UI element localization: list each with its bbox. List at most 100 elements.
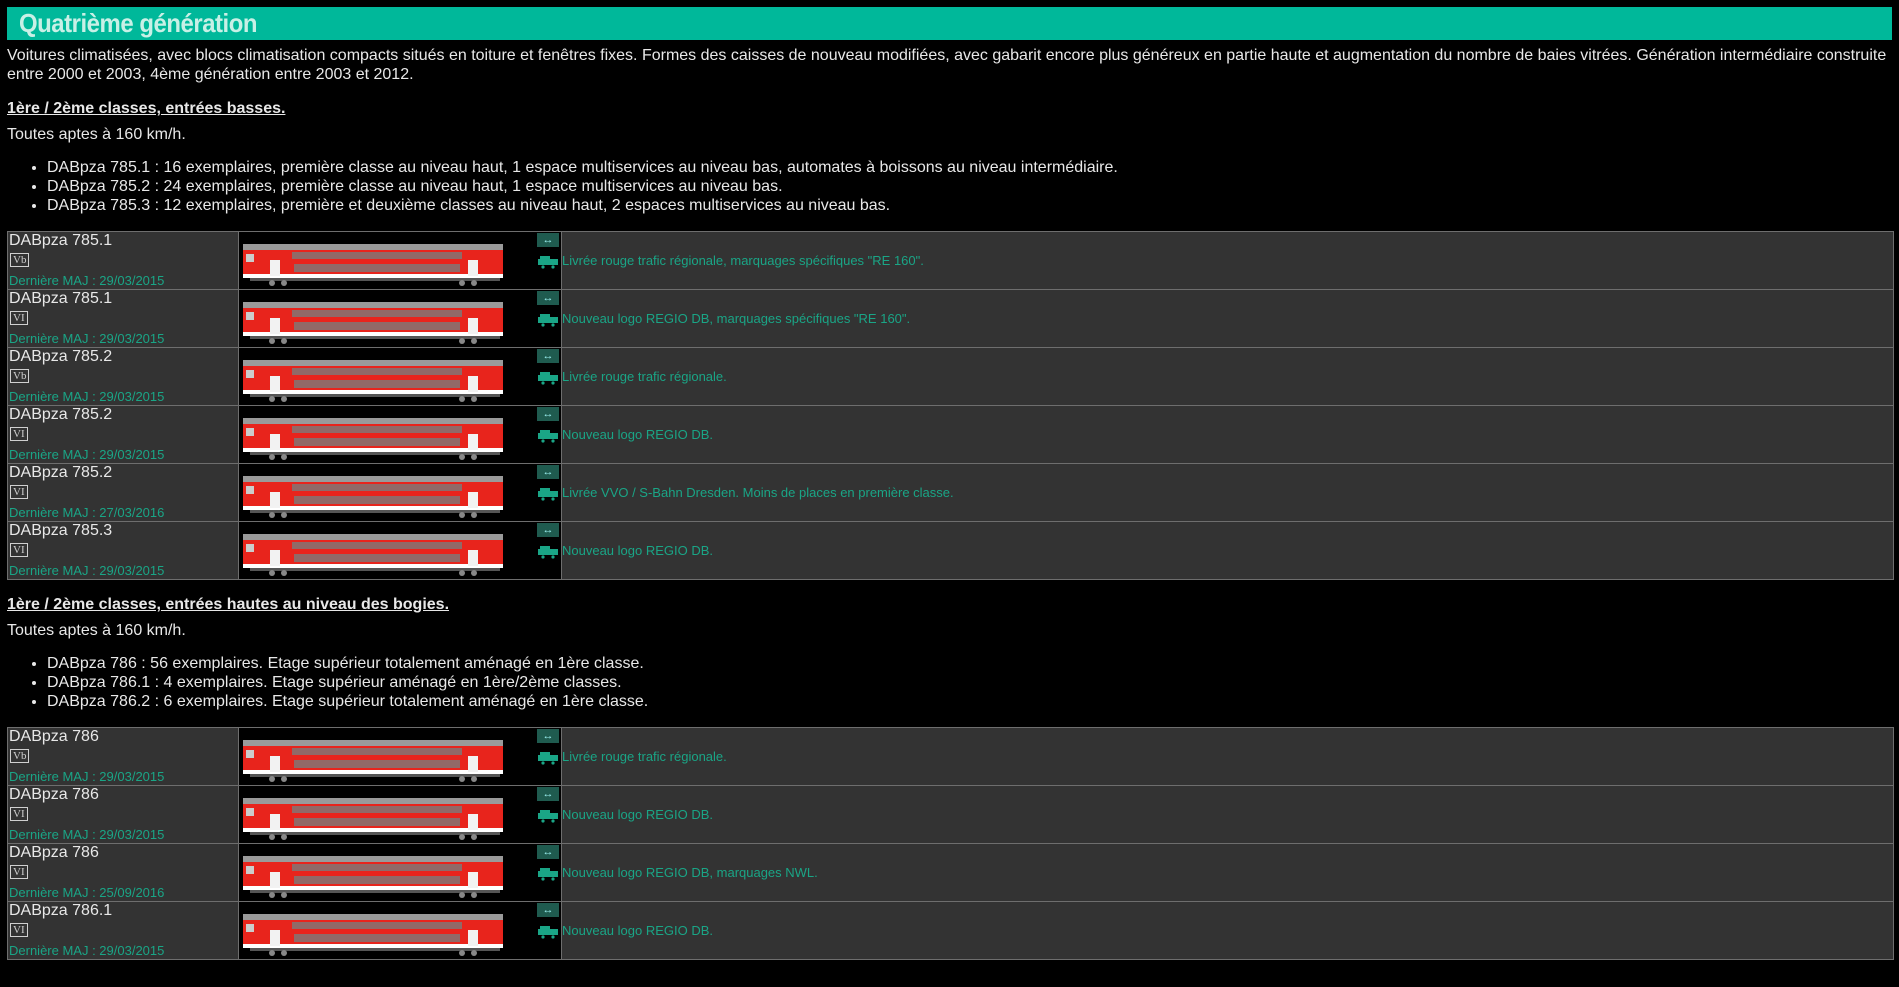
coach-name-cell: DABpza 786 VI Dernière MAJ : 25/09/2016 [7, 843, 239, 902]
coach-image [243, 418, 503, 460]
coach-controls: ↔ [537, 522, 561, 559]
swap-direction-icon[interactable]: ↔ [537, 523, 559, 537]
list-item: DABpza 786 : 56 exemplaires. Etage supér… [47, 654, 1899, 673]
coach-name: DABpza 786 [9, 728, 99, 745]
coach-image [243, 244, 503, 286]
speed-note: Toutes aptes à 160 km/h. [7, 126, 186, 143]
coach-name-cell: DABpza 786.1 VI Dernière MAJ : 29/03/2015 [7, 901, 239, 960]
coach-controls: ↔ [537, 232, 561, 269]
swap-direction-icon[interactable]: ↔ [537, 233, 559, 247]
coach-image-cell: ↔ [238, 231, 562, 290]
coach-description: Nouveau logo REGIO DB. [561, 785, 1894, 844]
locomotive-icon[interactable] [537, 371, 559, 385]
speed-note: Toutes aptes à 160 km/h. [7, 622, 186, 639]
epoch-badge: VI [10, 311, 28, 325]
last-update: Dernière MAJ : 29/03/2015 [9, 943, 165, 958]
coach-name: DABpza 786.1 [9, 902, 113, 919]
coach-description: Nouveau logo REGIO DB, marquages spécifi… [561, 289, 1894, 348]
coach-table: DABpza 785.1 Vb Dernière MAJ : 29/03/2015 ↔… [7, 231, 1894, 580]
coach-image-cell: ↔ [238, 843, 562, 902]
coach-controls: ↔ [537, 290, 561, 327]
swap-direction-icon[interactable]: ↔ [537, 903, 559, 917]
page-title: Quatrième génération [19, 8, 258, 38]
epoch-badge: VI [10, 543, 28, 557]
coach-image-cell: ↔ [238, 289, 562, 348]
locomotive-icon[interactable] [537, 925, 559, 939]
coach-image-cell: ↔ [238, 901, 562, 960]
section-banner: Quatrième génération [7, 7, 1892, 40]
coach-controls: ↔ [537, 902, 561, 939]
coach-image-cell: ↔ [238, 347, 562, 406]
coach-name: DABpza 785.2 [9, 406, 113, 423]
epoch-badge: VI [10, 427, 28, 441]
table-row: DABpza 785.2 VI Dernière MAJ : 29/03/2015 ↔… [7, 405, 1894, 464]
coach-description: Nouveau logo REGIO DB. [561, 521, 1894, 580]
coach-image [243, 534, 503, 576]
table-row: DABpza 786.1 VI Dernière MAJ : 29/03/2015 ↔… [7, 901, 1894, 960]
locomotive-icon[interactable] [537, 255, 559, 269]
table-row: DABpza 786 Vb Dernière MAJ : 29/03/2015 ↔ Li… [7, 727, 1894, 786]
coach-image-cell: ↔ [238, 785, 562, 844]
coach-controls: ↔ [537, 728, 561, 765]
swap-direction-icon[interactable]: ↔ [537, 465, 559, 479]
epoch-badge: VI [10, 923, 28, 937]
last-update: Dernière MAJ : 29/03/2015 [9, 447, 165, 462]
coach-name-cell: DABpza 785.1 Vb Dernière MAJ : 29/03/2015 [7, 231, 239, 290]
epoch-badge: Vb [10, 253, 30, 267]
coach-controls: ↔ [537, 348, 561, 385]
locomotive-icon[interactable] [537, 313, 559, 327]
coach-name-cell: DABpza 785.2 VI Dernière MAJ : 29/03/2015 [7, 405, 239, 464]
coach-table: DABpza 786 Vb Dernière MAJ : 29/03/2015 ↔ Li… [7, 727, 1894, 960]
swap-direction-icon[interactable]: ↔ [537, 787, 559, 801]
table-row: DABpza 785.2 VI Dernière MAJ : 27/03/2016 ↔… [7, 463, 1894, 522]
table-row: DABpza 786 VI Dernière MAJ : 25/09/2016 ↔ No… [7, 843, 1894, 902]
last-update: Dernière MAJ : 29/03/2015 [9, 769, 165, 784]
swap-direction-icon[interactable]: ↔ [537, 729, 559, 743]
list-item: DABpza 786.1 : 4 exemplaires. Etage supé… [47, 673, 1899, 692]
coach-image [243, 360, 503, 402]
table-row: DABpza 786 VI Dernière MAJ : 29/03/2015 ↔ No… [7, 785, 1894, 844]
coach-controls: ↔ [537, 844, 561, 881]
locomotive-icon[interactable] [537, 545, 559, 559]
coach-description: Nouveau logo REGIO DB, marquages NWL. [561, 843, 1894, 902]
table-row: DABpza 785.1 Vb Dernière MAJ : 29/03/2015 ↔… [7, 231, 1894, 290]
last-update: Dernière MAJ : 29/03/2015 [9, 331, 165, 346]
coach-image [243, 740, 503, 782]
last-update: Dernière MAJ : 25/09/2016 [9, 885, 165, 900]
coach-description: Livrée rouge trafic régionale. [561, 347, 1894, 406]
swap-direction-icon[interactable]: ↔ [537, 845, 559, 859]
last-update: Dernière MAJ : 29/03/2015 [9, 273, 165, 288]
coach-name: DABpza 786 [9, 844, 99, 861]
coach-description: Livrée rouge trafic régionale. [561, 727, 1894, 786]
swap-direction-icon[interactable]: ↔ [537, 349, 559, 363]
coach-image [243, 798, 503, 840]
section-title: 1ère / 2ème classes, entrées hautes au n… [7, 596, 450, 613]
locomotive-icon[interactable] [537, 867, 559, 881]
swap-direction-icon[interactable]: ↔ [537, 407, 559, 421]
coach-name-cell: DABpza 785.2 VI Dernière MAJ : 27/03/2016 [7, 463, 239, 522]
coach-image-cell: ↔ [238, 521, 562, 580]
epoch-badge: VI [10, 485, 28, 499]
locomotive-icon[interactable] [537, 809, 559, 823]
last-update: Dernière MAJ : 29/03/2015 [9, 389, 165, 404]
list-item: DABpza 785.1 : 16 exemplaires, première … [47, 158, 1899, 177]
coach-name: DABpza 785.1 [9, 232, 113, 249]
coach-image-cell: ↔ [238, 405, 562, 464]
epoch-badge: VI [10, 807, 28, 821]
locomotive-icon[interactable] [537, 429, 559, 443]
section-title: 1ère / 2ème classes, entrées basses. [7, 100, 286, 117]
locomotive-icon[interactable] [537, 751, 559, 765]
coach-name-cell: DABpza 785.2 Vb Dernière MAJ : 29/03/2015 [7, 347, 239, 406]
list-item: DABpza 785.3 : 12 exemplaires, première … [47, 196, 1899, 215]
swap-direction-icon[interactable]: ↔ [537, 291, 559, 305]
coach-name: DABpza 785.2 [9, 464, 113, 481]
list-item: DABpza 785.2 : 24 exemplaires, première … [47, 177, 1899, 196]
locomotive-icon[interactable] [537, 487, 559, 501]
coach-description: Nouveau logo REGIO DB. [561, 405, 1894, 464]
table-row: DABpza 785.3 VI Dernière MAJ : 29/03/2015 ↔… [7, 521, 1894, 580]
coach-description: Nouveau logo REGIO DB. [561, 901, 1894, 960]
coach-name: DABpza 786 [9, 786, 99, 803]
table-row: DABpza 785.2 Vb Dernière MAJ : 29/03/2015 ↔… [7, 347, 1894, 406]
table-row: DABpza 785.1 VI Dernière MAJ : 29/03/2015 ↔… [7, 289, 1894, 348]
coach-image [243, 476, 503, 518]
